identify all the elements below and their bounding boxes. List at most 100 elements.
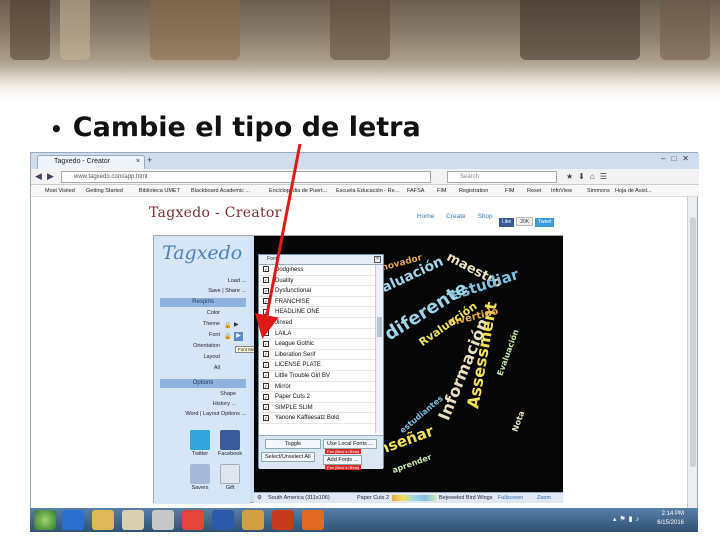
respin-color[interactable]: Color [207, 310, 220, 316]
zoom-link[interactable]: Zoom [537, 493, 551, 503]
scroll-thumb[interactable] [690, 217, 696, 467]
address-bar[interactable]: www.tagxedo.com/app.html [61, 171, 431, 183]
facebook-icon[interactable] [220, 430, 240, 450]
app-icon[interactable] [152, 510, 174, 530]
respin-all[interactable]: All [214, 365, 220, 371]
font-list-item[interactable]: ✓ SIMPLE SLIM [259, 403, 377, 414]
font-list-item[interactable]: ✓ League Gothic [259, 339, 377, 350]
font-list-scrollbar[interactable] [375, 265, 383, 433]
font-list-item[interactable]: ✓ Dodginess [259, 265, 377, 276]
checkbox-icon[interactable]: ✓ [263, 404, 269, 411]
checkbox-icon[interactable]: ✓ [263, 277, 269, 284]
shape-menu-item[interactable]: Shape [220, 391, 236, 397]
font-list-item[interactable]: ✓ HEADLINE ONE [259, 307, 377, 318]
bookmark-item[interactable]: Simmons [587, 186, 610, 196]
checkbox-icon[interactable]: ✓ [263, 351, 269, 358]
font-list-item[interactable]: ✓ LAILA [259, 329, 377, 340]
outlook-icon[interactable] [212, 510, 234, 530]
scroll-thumb[interactable] [377, 317, 382, 337]
page-scrollbar[interactable] [687, 197, 697, 509]
browser-tab[interactable]: Tagxedo - Creator × [37, 155, 145, 169]
checkbox-icon[interactable]: ✓ [263, 319, 269, 326]
checkbox-icon[interactable]: ✓ [263, 308, 269, 315]
ie-icon[interactable] [62, 510, 84, 530]
respin-orientation[interactable]: Orientation [193, 343, 220, 349]
font-menu-play-icon[interactable]: ▶ [234, 332, 243, 341]
bookmark-item[interactable]: Most Visited [45, 186, 75, 196]
checkbox-icon[interactable]: ✓ [263, 298, 269, 305]
nav-home[interactable]: Home [417, 213, 434, 220]
twitter-icon[interactable] [190, 430, 210, 450]
font-list-item[interactable]: ✓ Liberation Serif [259, 350, 377, 361]
tweet-button[interactable]: Tweet [535, 218, 555, 227]
theme-swatch[interactable] [392, 495, 436, 501]
select-unselect-all-button[interactable]: Select/Unselect All [261, 452, 315, 462]
bookmark-item[interactable]: Escuela Educación - Re... [336, 186, 399, 196]
font-list-item[interactable]: ✓ Little Trouble Girl BV [259, 371, 377, 382]
font-list-item[interactable]: ✓ Yanone Kaffeesatz Bold [259, 413, 377, 424]
respin-theme[interactable]: Theme [203, 321, 220, 327]
search-input[interactable]: Search [447, 171, 557, 183]
font-list-item[interactable]: ✓ FRANCHISE [259, 297, 377, 308]
checkbox-icon[interactable]: ✓ [263, 340, 269, 347]
lock-icon[interactable]: 🔒 [224, 322, 231, 329]
font-list-item[interactable]: ✓ LICENSE PLATE [259, 360, 377, 371]
toggle-button[interactable]: Toggle [265, 439, 321, 449]
respin-font[interactable]: Font [209, 332, 220, 338]
powerpoint-icon[interactable] [272, 510, 294, 530]
bookmark-item[interactable]: FAFSA [407, 186, 424, 196]
explorer-icon[interactable] [92, 510, 114, 530]
bookmark-item[interactable]: InfoView [551, 186, 572, 196]
chrome-icon[interactable] [182, 510, 204, 530]
history-menu-item[interactable]: History ... [213, 401, 236, 407]
bookmark-item[interactable]: FIM [437, 186, 446, 196]
lock-icon[interactable]: 🔒 [224, 333, 231, 340]
bookmark-item[interactable]: FIM [505, 186, 514, 196]
nav-create[interactable]: Create [446, 213, 466, 220]
load-menu-item[interactable]: Load ... [228, 278, 246, 284]
status-font[interactable]: Paper Cuts 2 [357, 493, 389, 503]
word-layout-options-item[interactable]: Word | Layout Options ... [185, 411, 246, 417]
bookmark-item[interactable]: Getting Started [86, 186, 123, 196]
checkbox-icon[interactable]: ✓ [263, 393, 269, 400]
font-list-item[interactable]: ✓ Paper Cuts 2 [259, 392, 377, 403]
checkbox-icon[interactable]: ✓ [263, 414, 269, 421]
notes-icon[interactable] [122, 510, 144, 530]
close-icon[interactable]: × [374, 256, 381, 263]
shape-gear-icon[interactable]: ⚙ [257, 493, 262, 503]
status-theme[interactable]: Bejeweled Bird Wings [439, 493, 493, 503]
use-local-fonts-button[interactable]: Use Local Fonts ... [323, 439, 377, 449]
close-tab-icon[interactable]: × [136, 156, 140, 168]
gift-icon[interactable] [220, 464, 240, 484]
bookmark-item[interactable]: Blackboard Academic ... [191, 186, 250, 196]
font-list-item[interactable]: ✓ Duality [259, 276, 377, 287]
play-icon[interactable]: ▶ [234, 321, 239, 328]
site-logo[interactable]: Tagxedo - Creator [149, 205, 282, 221]
font-list-item[interactable]: ✓ Mirror [259, 382, 377, 393]
checkbox-icon[interactable]: ✓ [263, 382, 269, 389]
save-share-menu-item[interactable]: Save | Share ... [208, 288, 246, 294]
new-tab-button[interactable]: + [147, 155, 152, 165]
clock[interactable]: 2:14 PM 6/15/2016 [657, 510, 684, 528]
bookmark-item[interactable]: Reset [527, 186, 541, 196]
fullscreen-link[interactable]: Fullscreen [498, 493, 523, 503]
firefox-icon[interactable] [302, 510, 324, 530]
window-controls[interactable]: –□✕ [661, 154, 695, 163]
font-list-item[interactable]: ✓ Dysfunctional [259, 286, 377, 297]
font-list-item[interactable]: ✓ Jinxed [259, 318, 377, 329]
checkbox-icon[interactable]: ✓ [263, 287, 269, 294]
status-shape[interactable]: South America (311x106) [268, 493, 330, 503]
like-button[interactable]: Like [499, 218, 515, 227]
savers-icon[interactable] [190, 464, 210, 484]
bookmark-item[interactable]: Registration [459, 186, 488, 196]
bookmark-item[interactable]: Biblioteca UMET [139, 186, 180, 196]
media-icon[interactable] [242, 510, 264, 530]
bookmark-item[interactable]: Enciclopedia de Puert... [269, 186, 327, 196]
checkbox-icon[interactable]: ✓ [263, 372, 269, 379]
start-button[interactable] [34, 510, 56, 530]
checkbox-icon[interactable]: ✓ [263, 361, 269, 368]
back-icon[interactable]: ◀ [35, 171, 42, 182]
respin-layout[interactable]: Layout [203, 354, 220, 360]
checkbox-icon[interactable]: ✓ [263, 266, 269, 273]
system-tray[interactable]: ▴⚑▮♪ [613, 515, 642, 523]
